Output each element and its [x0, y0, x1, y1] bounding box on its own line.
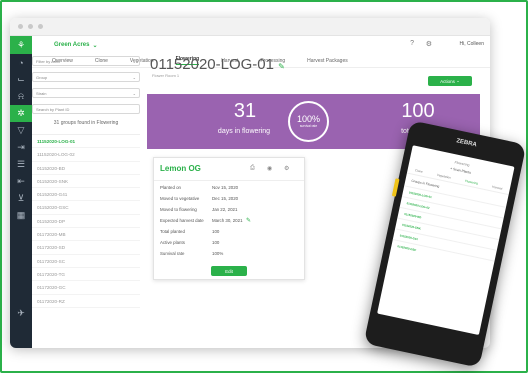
list-item[interactable]: 11152020-LOG-02: [32, 148, 140, 162]
detail-label: Total planted: [160, 229, 185, 234]
user-menu[interactable]: Hi, Colleen: [460, 41, 484, 47]
list-item[interactable]: 01152020-BD: [32, 162, 140, 175]
strain-name: Lemon OG: [160, 164, 201, 173]
list-item[interactable]: 01172020-SC: [32, 255, 140, 268]
actions-button[interactable]: Actions ⌄: [428, 76, 472, 86]
list-item[interactable]: 11152020-LOG-01: [32, 135, 140, 149]
page-title: 01152020-LOG-01 ✎: [150, 56, 285, 73]
chevron-down-icon: ⌄: [132, 59, 136, 64]
list-item[interactable]: 01152020-G41: [32, 188, 140, 202]
print-icon[interactable]: ⎙: [250, 165, 255, 172]
plants-value: 100: [401, 100, 435, 122]
help-icon[interactable]: ?: [410, 40, 414, 47]
detail-label: Expected harvest date: [160, 218, 204, 223]
detail-value: 100: [212, 229, 220, 234]
top-bar: Green Acres ⌄ ? ⚙ Hi, Colleen: [32, 36, 490, 54]
chevron-down-icon: ⌄: [132, 91, 136, 96]
detail-label: Planted on: [160, 185, 181, 190]
device-item-label: 01152020-GSC: [397, 244, 417, 253]
window-dot[interactable]: [18, 24, 23, 29]
device-tab-vegetation[interactable]: Vegetation: [437, 173, 452, 180]
gear-icon[interactable]: ⚙: [284, 165, 289, 172]
list-icon[interactable]: ☰: [10, 156, 32, 173]
left-rail: ⚘ ◔ ⌙ ⍾ ✲ ▽ ⇥ ☰ ⇤ ⊻ ▦ ✈: [10, 36, 32, 348]
detail-value: Dec 15, 2020: [212, 196, 239, 201]
plant-icon[interactable]: ✲: [10, 105, 32, 122]
divider: [154, 180, 304, 181]
edit-button[interactable]: Edit: [211, 266, 247, 276]
gear-icon[interactable]: ⚙: [426, 40, 432, 48]
import-icon[interactable]: ⇥: [10, 139, 32, 156]
actions-label: Actions: [440, 78, 455, 84]
dashboard-icon[interactable]: ◔: [10, 54, 32, 71]
pencil-icon[interactable]: ✎: [278, 62, 285, 71]
detail-label: Active plants: [160, 240, 185, 245]
detail-value: Nov 15, 2020: [212, 185, 239, 190]
export-icon[interactable]: ⇤: [10, 173, 32, 190]
survival-label: survival rate: [299, 124, 318, 128]
group-filter[interactable]: Group ⌄: [32, 72, 140, 82]
days-label: days in flowering: [217, 128, 271, 135]
cart-icon[interactable]: ⊻: [10, 190, 32, 207]
eye-icon[interactable]: ◉: [267, 165, 272, 172]
window-dot[interactable]: [38, 24, 43, 29]
strain-filter[interactable]: Strain ⌄: [32, 88, 140, 98]
chevron-down-icon: ⌄: [92, 42, 98, 49]
window-chrome: [10, 18, 490, 36]
list-item[interactable]: 01172020-SD: [32, 241, 140, 255]
plant-id-search[interactable]: Search by Plant ID: [32, 104, 140, 114]
list-item[interactable]: 01152020-SNK: [32, 175, 140, 189]
survival-value: 100%: [296, 114, 321, 124]
strain-filter-label: Strain: [36, 91, 47, 96]
device-tab-flowering[interactable]: Flowering: [465, 179, 479, 186]
group-list: 11152020-LOG-01 11152020-LOG-02 01152020…: [32, 134, 140, 308]
detail-value: 100: [212, 240, 220, 245]
tab-harvest-packages[interactable]: Harvest Packages: [307, 58, 348, 64]
list-item[interactable]: 01172020-MB: [32, 228, 140, 242]
brand-name[interactable]: Green Acres: [54, 42, 89, 48]
area-filter-label: Filter by Area: [36, 59, 60, 64]
device-tab-clone[interactable]: Clone: [415, 168, 424, 174]
device-tab-harvest[interactable]: Harvest: [492, 185, 503, 191]
logo-icon[interactable]: ⚘: [10, 36, 32, 54]
list-item[interactable]: 01152020-GSC: [32, 201, 140, 215]
page-subtitle: Flower Room 1: [152, 73, 180, 78]
list-item[interactable]: 01172020-RZ: [32, 295, 140, 308]
grid-icon[interactable]: ▦: [10, 207, 32, 224]
device-item-label: 01152020-BD: [403, 211, 422, 220]
group-count: 31 groups found in Flowering: [53, 120, 119, 126]
pencil-icon[interactable]: ✎: [246, 217, 251, 224]
bell-icon[interactable]: ⍾: [10, 88, 32, 105]
window-dot[interactable]: [28, 24, 33, 29]
list-item[interactable]: 01172020-TG: [32, 268, 140, 282]
chevron-down-icon: ⌄: [132, 75, 136, 80]
area-filter[interactable]: Filter by Area ⌄: [32, 56, 140, 66]
detail-label: Moved to flowering: [160, 207, 197, 212]
plant-id-search-placeholder: Search by Plant ID: [36, 107, 70, 112]
list-item[interactable]: 01172020-GC: [32, 281, 140, 295]
group-sidebar: Filter by Area ⌄ Group ⌄ Strain ⌄ Search by…: [32, 56, 140, 308]
survival-ring: 100% survival rate: [288, 101, 329, 142]
chart-icon[interactable]: ⌙: [10, 71, 32, 88]
strain-card: Lemon OG ⎙ ◉ ⚙ Planted on Nov 15, 2020 M…: [153, 157, 305, 280]
detail-value: Jan 22, 2021: [212, 207, 238, 212]
scan-plants-label: Scan Plants: [452, 167, 472, 175]
filter-icon[interactable]: ▽: [10, 122, 32, 139]
pin-icon[interactable]: ✈: [10, 305, 32, 322]
batch-title: 01152020-LOG-01: [150, 56, 274, 73]
detail-label: Survival rate: [160, 251, 185, 256]
detail-value: March 30, 2021: [212, 218, 243, 223]
list-item[interactable]: 01152020-DP: [32, 215, 140, 229]
days-value: 31: [233, 100, 257, 122]
detail-label: Moved to vegetative: [160, 196, 200, 201]
detail-value: 100%: [212, 251, 224, 256]
group-filter-label: Group: [36, 75, 48, 80]
